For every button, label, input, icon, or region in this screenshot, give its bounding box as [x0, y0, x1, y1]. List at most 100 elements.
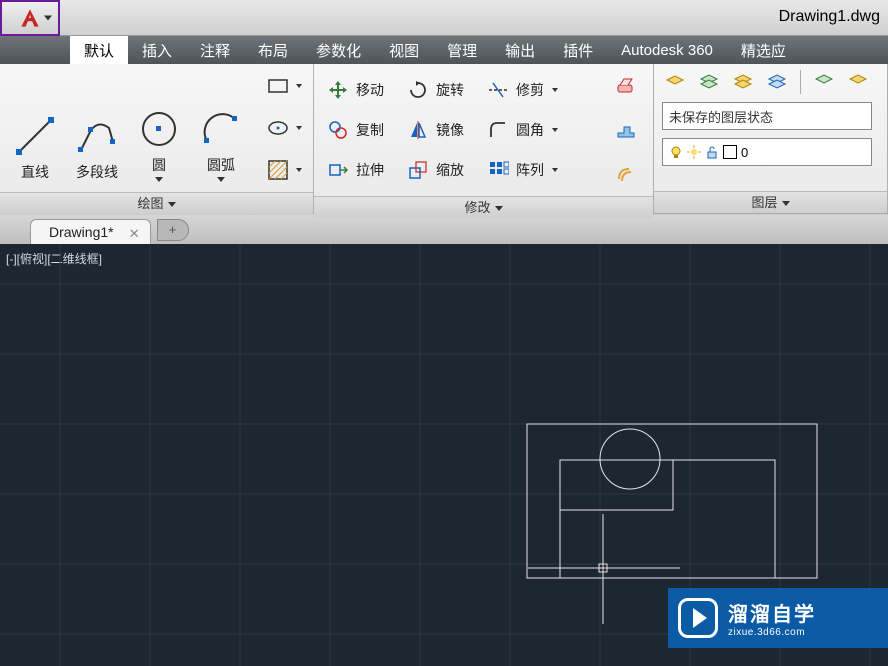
tab-insert[interactable]: 插入 — [128, 36, 186, 64]
cmd-erase[interactable] — [609, 70, 641, 102]
dropdown-triangle-icon — [44, 15, 52, 20]
layers-icon — [847, 72, 869, 94]
layer-freeze-button[interactable] — [730, 70, 756, 96]
layer-select-dropdown[interactable]: 0 — [662, 138, 872, 166]
cmd-mirror[interactable]: 镜像 — [402, 113, 468, 147]
stretch-icon — [326, 158, 350, 182]
panel-title-modify[interactable]: 修改 — [314, 196, 653, 218]
layer-off-button[interactable] — [696, 70, 722, 96]
array-icon — [486, 158, 510, 182]
tab-featured[interactable]: 精选应 — [727, 36, 800, 64]
dropdown-triangle-icon — [296, 168, 302, 172]
tab-autodesk360[interactable]: Autodesk 360 — [607, 36, 727, 64]
circle-icon — [135, 105, 183, 153]
ellipse-icon — [266, 116, 290, 140]
cmd-polyline[interactable]: 多段线 — [70, 70, 124, 186]
tab-output[interactable]: 输出 — [491, 36, 549, 64]
cmd-rectangle[interactable] — [262, 70, 294, 102]
ribbon: 直线 多段线 圆 圆弧 — [0, 64, 888, 214]
layer-properties-button[interactable] — [662, 70, 688, 96]
cmd-stretch[interactable]: 拉伸 — [322, 153, 388, 187]
cmd-copy[interactable]: 复制 — [322, 113, 388, 147]
panel-title-draw[interactable]: 绘图 — [0, 192, 313, 214]
application-menu-button[interactable] — [0, 0, 60, 36]
dropdown-triangle-icon — [155, 177, 163, 182]
lightbulb-icon — [669, 145, 683, 159]
cmd-ellipse[interactable] — [262, 112, 294, 144]
ribbon-tab-bar: 默认 插入 注释 布局 参数化 视图 管理 输出 插件 Autodesk 360… — [0, 36, 888, 64]
dropdown-triangle-icon — [552, 168, 558, 172]
panel-layer: 未保存的图层状态 0 图层 — [654, 64, 888, 213]
copy-icon — [326, 118, 350, 142]
cmd-scale[interactable]: 缩放 — [402, 153, 468, 187]
dropdown-triangle-icon — [296, 126, 302, 130]
dropdown-triangle-icon — [495, 206, 503, 211]
cmd-hatch[interactable] — [262, 154, 294, 186]
tab-default[interactable]: 默认 — [70, 36, 128, 64]
layer-match-button[interactable] — [845, 70, 871, 96]
tab-manage[interactable]: 管理 — [433, 36, 491, 64]
tab-annotate[interactable]: 注释 — [186, 36, 244, 64]
document-tab-bar: Drawing1* ✕ + — [0, 214, 888, 244]
tab-layout[interactable]: 布局 — [244, 36, 302, 64]
arc-icon — [197, 105, 245, 153]
offset-icon — [614, 163, 636, 185]
panel-modify: 移动 复制 拉伸 旋转 镜像 — [314, 64, 654, 213]
line-icon — [11, 112, 59, 160]
new-tab-button[interactable]: + — [157, 219, 189, 241]
layer-isolate-button[interactable] — [811, 70, 837, 96]
dropdown-triangle-icon — [552, 128, 558, 132]
dropdown-triangle-icon — [782, 201, 790, 206]
cmd-rotate[interactable]: 旋转 — [402, 73, 468, 107]
close-icon[interactable]: ✕ — [129, 226, 140, 242]
hatch-icon — [266, 158, 290, 182]
watermark-url: zixue.3d66.com — [728, 627, 816, 638]
window-title: Drawing1.dwg — [779, 8, 880, 26]
tab-plugins[interactable]: 插件 — [549, 36, 607, 64]
layer-color-swatch — [723, 145, 737, 159]
trim-icon — [486, 78, 510, 102]
layers-icon — [732, 72, 754, 94]
document-tab[interactable]: Drawing1* ✕ — [30, 219, 151, 244]
tab-parametric[interactable]: 参数化 — [302, 36, 375, 64]
fillet-icon — [486, 118, 510, 142]
layer-state-dropdown[interactable]: 未保存的图层状态 — [662, 102, 872, 130]
unlock-icon — [705, 145, 719, 159]
cmd-arc[interactable]: 圆弧 — [194, 70, 248, 186]
mirror-icon — [406, 118, 430, 142]
cmd-trim[interactable]: 修剪 — [482, 73, 562, 107]
polyline-icon — [73, 112, 121, 160]
panel-draw: 直线 多段线 圆 圆弧 — [0, 64, 314, 213]
layers-icon — [766, 72, 788, 94]
cmd-circle[interactable]: 圆 — [132, 70, 186, 186]
layer-name: 0 — [741, 145, 748, 160]
drawing-canvas[interactable]: [-][俯视][二维线框] 溜溜自学 zixue.3d — [0, 244, 888, 666]
layers-icon — [813, 72, 835, 94]
dropdown-triangle-icon — [217, 177, 225, 182]
cmd-offset[interactable] — [609, 158, 641, 190]
dropdown-triangle-icon — [296, 84, 302, 88]
watermark: 溜溜自学 zixue.3d66.com — [668, 588, 888, 648]
play-icon — [678, 598, 718, 638]
layer-properties-icon — [664, 72, 686, 94]
cmd-fillet[interactable]: 圆角 — [482, 113, 562, 147]
panel-title-layer[interactable]: 图层 — [654, 191, 887, 213]
autocad-logo-icon — [17, 5, 43, 31]
layers-icon — [698, 72, 720, 94]
move-icon — [326, 78, 350, 102]
sun-icon — [687, 145, 701, 159]
cmd-line[interactable]: 直线 — [8, 70, 62, 186]
cmd-array[interactable]: 阵列 — [482, 153, 562, 187]
tab-view[interactable]: 视图 — [375, 36, 433, 64]
dropdown-triangle-icon — [552, 88, 558, 92]
scale-icon — [406, 158, 430, 182]
explode-icon — [614, 119, 636, 141]
cmd-explode[interactable] — [609, 114, 641, 146]
erase-icon — [614, 75, 636, 97]
cmd-move[interactable]: 移动 — [322, 73, 388, 107]
watermark-title: 溜溜自学 — [728, 598, 816, 627]
layer-lock-button[interactable] — [764, 70, 790, 96]
rectangle-icon — [266, 74, 290, 98]
plus-icon: + — [169, 222, 177, 237]
rotate-icon — [406, 78, 430, 102]
